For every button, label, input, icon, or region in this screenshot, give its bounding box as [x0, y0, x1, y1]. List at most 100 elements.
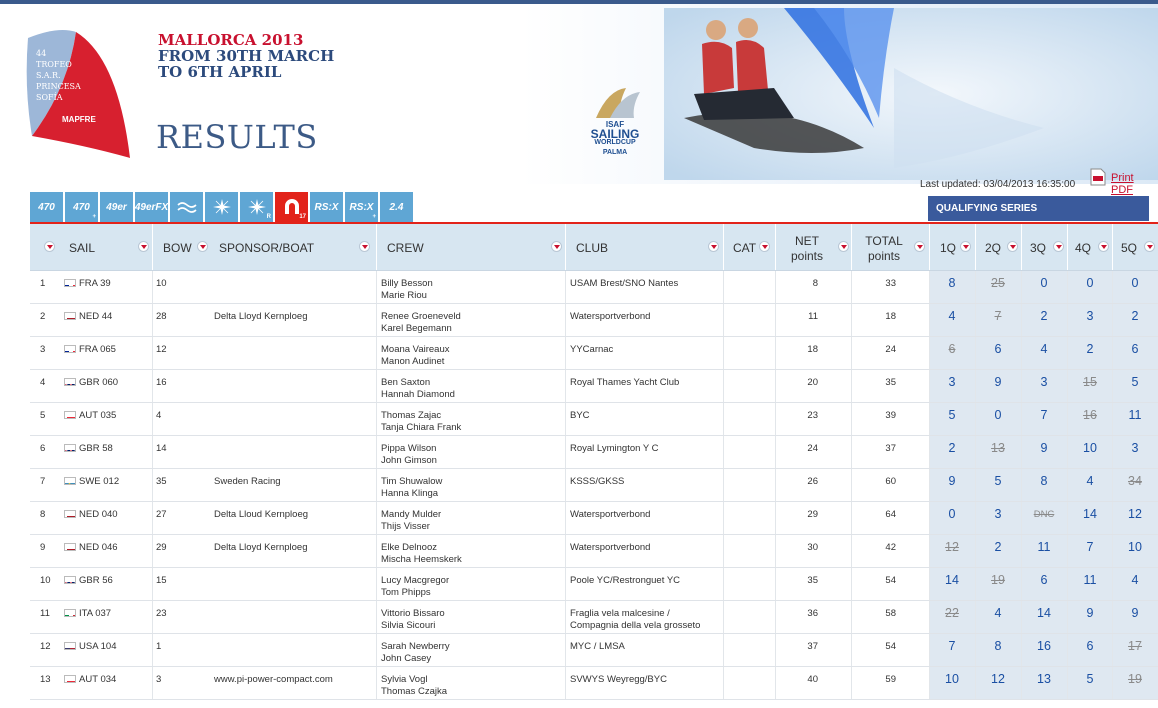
race-score: 4 — [994, 606, 1002, 620]
sort-club-button[interactable] — [708, 241, 719, 252]
sort-race-5-button[interactable] — [1144, 241, 1155, 252]
event-date-to: TO 6TH APRIL — [158, 63, 282, 81]
race-score: 14 — [1037, 606, 1051, 620]
star-icon — [247, 199, 266, 215]
page-title: RESULTS — [156, 118, 318, 156]
sort-pos-button[interactable] — [44, 241, 55, 252]
crew-member: Billy Besson — [381, 278, 433, 289]
race-score: 9 — [948, 474, 956, 488]
race-score: DNC — [1033, 509, 1055, 520]
table-row: 7 SWE 012 35 Sweden Racing Tim Shuwalow Hanna… — [30, 469, 1158, 502]
race-score: 17 — [1128, 639, 1142, 653]
svg-text:S.A.R.: S.A.R. — [36, 71, 61, 80]
class-tab[interactable]: R — [240, 192, 273, 222]
class-tab[interactable]: 49er — [100, 192, 133, 222]
table-row: 10 GBR 56 15 Lucy Macgregor Tom Phipps Poole … — [30, 568, 1158, 601]
pdf-icon[interactable] — [1090, 168, 1106, 186]
race-score: 15 — [1083, 375, 1097, 389]
ned-flag-icon — [64, 510, 76, 518]
race-score: 2 — [994, 540, 1002, 554]
sort-sponsor-button[interactable] — [359, 241, 370, 252]
table-body: 1 FRA 39 10 Billy Besson Marie Riou USAM Bres… — [30, 271, 1158, 700]
crew-member: Tim Shuwalow — [381, 476, 443, 487]
swe-flag-icon — [64, 477, 76, 485]
race-score: 5 — [948, 408, 956, 422]
club-line: YYCarnac — [570, 344, 614, 355]
sort-crew-button[interactable] — [551, 241, 562, 252]
gbr-flag-icon — [64, 378, 76, 386]
class-tab[interactable]: 17 — [275, 192, 308, 222]
crew-member: Pippa Wilson — [381, 443, 437, 454]
svg-text:44: 44 — [36, 49, 46, 58]
wave-icon — [176, 202, 197, 213]
col-race-5: 5Q — [1121, 241, 1138, 255]
sort-race-3-button[interactable] — [1053, 241, 1064, 252]
sort-cat-button[interactable] — [759, 241, 770, 252]
sort-net-button[interactable] — [838, 241, 849, 252]
total-points: 59 — [885, 674, 896, 685]
gbr-flag-icon — [64, 576, 76, 584]
race-score: 6 — [994, 342, 1002, 356]
race-score: 13 — [1037, 672, 1051, 686]
class-tab[interactable]: 470 + — [65, 192, 98, 222]
table-row: 5 AUT 035 4 Thomas Zajac Tanja Chiara Frank B… — [30, 403, 1158, 436]
svg-text:PRINCESA: PRINCESA — [36, 82, 81, 91]
col-sail: SAIL — [69, 241, 96, 255]
sort-race-2-button[interactable] — [1007, 241, 1018, 252]
class-tab[interactable]: 470 — [30, 192, 63, 222]
race-score: 3 — [948, 375, 956, 389]
crew-member: Sarah Newberry — [381, 641, 450, 652]
race-score: 3 — [1131, 441, 1139, 455]
race-score: 0 — [1086, 276, 1094, 290]
crew-member: Vittorio Bissaro — [381, 608, 445, 619]
race-score: 34 — [1128, 474, 1142, 488]
sail-number: AUT 034 — [79, 674, 117, 685]
crew-member: Renee Groeneveld — [381, 311, 461, 322]
race-score: 4 — [1040, 342, 1048, 356]
class-tab[interactable]: 2.4 — [380, 192, 413, 222]
class-tab[interactable]: RS:X + — [345, 192, 378, 222]
class-tab[interactable] — [205, 192, 238, 222]
race-score: 13 — [991, 441, 1005, 455]
col-club: CLUB — [576, 241, 609, 255]
class-tab[interactable] — [170, 192, 203, 222]
print-pdf-link[interactable]: Print PDF — [1111, 172, 1158, 196]
table-row: 9 NED 046 29 Delta Lloyd Kernploeg Elke Deln… — [30, 535, 1158, 568]
class-tab[interactable]: RS:X — [310, 192, 343, 222]
race-score: 3 — [994, 507, 1002, 521]
sort-bow-button[interactable] — [197, 241, 208, 252]
race-score: 6 — [1086, 639, 1094, 653]
table-row: 1 FRA 39 10 Billy Besson Marie Riou USAM Bres… — [30, 271, 1158, 304]
club-line: Poole YC/Restronguet YC — [570, 575, 681, 586]
sort-sail-button[interactable] — [138, 241, 149, 252]
gbr-flag-icon — [64, 444, 76, 452]
crew-member: John Casey — [381, 653, 432, 664]
col-cat: CAT — [733, 241, 757, 255]
sort-total-button[interactable] — [914, 241, 925, 252]
sort-race-1-button[interactable] — [960, 241, 971, 252]
event-location: MALLORCA 2013 — [158, 31, 304, 49]
race-score: 7 — [1086, 540, 1094, 554]
race-score: 2 — [1131, 309, 1139, 323]
class-tab[interactable]: 49erFX — [135, 192, 168, 222]
race-score: 11 — [1037, 540, 1051, 554]
race-score: 16 — [1083, 408, 1097, 422]
race-score: 7 — [994, 309, 1002, 323]
crew-member: Mischa Heemskerk — [381, 554, 462, 565]
race-score: 9 — [1040, 441, 1048, 455]
crew-member: Silvia Sicouri — [381, 620, 436, 631]
event-date-from: FROM 30TH MARCH — [158, 47, 335, 65]
race-score: 8 — [948, 276, 956, 290]
race-score: 4 — [1131, 573, 1139, 587]
sort-race-4-button[interactable] — [1098, 241, 1109, 252]
race-score: 2 — [1040, 309, 1048, 323]
race-score: 5 — [1086, 672, 1094, 686]
race-score: 9 — [1131, 606, 1139, 620]
class-tabs: 470 470 +49er 49erFX R 17 RS:X RS:X +2.4 — [30, 192, 413, 222]
event-info: MALLORCA 2013 FROM 30TH MARCH TO 6TH APR… — [158, 32, 334, 80]
crew-member: Thijs Visser — [381, 521, 430, 532]
race-score: 8 — [1040, 474, 1048, 488]
svg-text:TROFEO: TROFEO — [36, 60, 72, 69]
trofeo-logo: 44 TROFEO S.A.R. PRINCESA SOFÍA MAPFRE — [26, 30, 130, 158]
table-row: 12 USA 104 1 Sarah Newberry John Casey MYC / … — [30, 634, 1158, 667]
